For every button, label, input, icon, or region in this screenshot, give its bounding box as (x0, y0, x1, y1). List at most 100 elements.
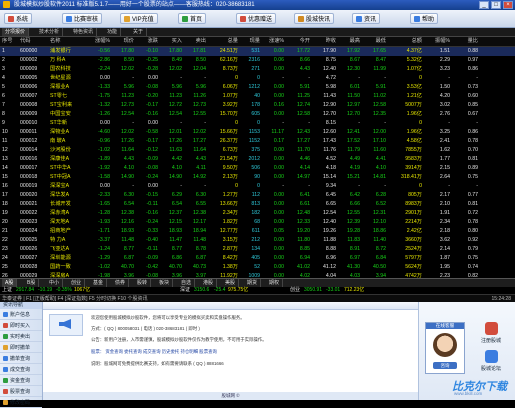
forum-link[interactable]: 股城论坛 (471, 350, 511, 372)
sidebar-item[interactable]: 账户信息 (0, 309, 42, 320)
column-header[interactable]: 名称 (50, 37, 86, 46)
online-service-card[interactable]: 在线客服 咨询 (425, 322, 465, 374)
menu-info-button[interactable]: 资讯 (352, 13, 381, 24)
table-row[interactable]: 6 000007 ST零七 -1.75 11.23 -0.20 11.23 11.26 1.07… (0, 92, 515, 101)
table-row[interactable]: 8 000009 中国宝安 -1.26 12.54 -0.16 12.54 12.55 15.7… (0, 110, 515, 119)
table-row[interactable]: 5 000006 深振业A -1.33 5.96 -0.08 5.96 5.96 6.06万 12… (0, 83, 515, 92)
column-header[interactable]: 量比 (452, 37, 478, 46)
table-row[interactable]: 24 000027 深圳能源 -1.29 6.87 -0.09 6.86 6.87 8.42万 4… (0, 254, 515, 263)
sidebar-item[interactable]: 成交查询 (0, 364, 42, 375)
market-tab[interactable]: A股 (2, 279, 18, 287)
sidebar-item[interactable]: 修改密码 (0, 397, 42, 408)
column-header[interactable]: 总额 (388, 37, 422, 46)
quick-links[interactable]: 股票： 资金查询 委托查询 成交查询 历史委托 持仓明细 股票查询 (91, 349, 217, 355)
menu-news-button[interactable]: 股城快讯 (294, 13, 335, 24)
sidebar-item[interactable]: 股票查询 (0, 386, 42, 397)
table-row[interactable]: 4 000005 世纪星源 0.00 - 0.00 - - 0 0 - - 4.72 - - 0 - - (0, 74, 515, 83)
market-tab[interactable]: 股转 (134, 279, 152, 287)
tab-special-info[interactable]: 特色资讯 (70, 28, 98, 36)
table-cell: 11.23 (121, 93, 134, 99)
table-row[interactable]: 7 000008 ST宝利来 -1.32 12.73 -0.17 12.72 12.73 3.9… (0, 101, 515, 110)
table-row[interactable]: 21 000024 招商地产 -1.71 18.93 -0.33 18.93 18.94 12.… (0, 227, 515, 236)
column-header[interactable]: 现价 (112, 37, 134, 46)
market-tab[interactable]: 期权 (266, 279, 284, 287)
tab-about[interactable]: 关于 (130, 28, 148, 36)
table-cell: 0.00 (273, 237, 284, 243)
sidebar-item[interactable]: 即时买入 (0, 320, 42, 331)
column-header[interactable]: 序号 (2, 37, 18, 46)
table-row[interactable]: 11 000012 南 玻A -0.96 17.26 -0.17 17.26 17.27 26.… (0, 137, 515, 146)
table-cell: -4.60 (98, 129, 110, 135)
column-header[interactable]: 现量 (240, 37, 260, 46)
market-tab[interactable]: 港股 (200, 279, 218, 287)
column-header[interactable]: 代码 (20, 37, 48, 46)
market-tab[interactable]: 创业 (68, 279, 86, 287)
table-row[interactable]: 3 000009 国农科技 -2.24 12.02 -0.28 12.02 12.04 8.73… (0, 65, 515, 74)
menu-contest-button[interactable]: 比赛审核 (62, 13, 103, 24)
market-tab[interactable]: 板块 (156, 279, 174, 287)
minimize-button[interactable]: _ (479, 1, 489, 9)
table-row[interactable]: 19 000022 深赤湾A -1.28 12.38 -0.16 12.37 12.38 2.3… (0, 209, 515, 218)
maximize-button[interactable]: □ (491, 1, 501, 9)
column-header[interactable]: 买入 (160, 37, 182, 46)
column-header[interactable]: 振幅% (424, 37, 450, 46)
table-cell: 15.14 (323, 174, 336, 180)
market-tab[interactable]: 债券 (112, 279, 130, 287)
column-header[interactable]: 最高 (338, 37, 360, 46)
table-row[interactable]: 9 000010 ST华新 0.00 - 0.00 - - 0 0 - - 8.15 - - 0 - - (0, 119, 515, 128)
market-tab[interactable]: 中小 (46, 279, 64, 287)
sidebar-item[interactable]: 资金查询 (0, 375, 42, 386)
column-header[interactable]: 卖出 (184, 37, 206, 46)
table-row[interactable]: 17 000020 深华发A -2.33 6.30 -0.15 6.29 6.30 1.27万 1… (0, 191, 515, 200)
table-cell: -0.08 (146, 165, 158, 171)
column-header[interactable]: 总量 (208, 37, 238, 46)
menu-promo-button[interactable]: 优惠赠送 (236, 13, 277, 24)
table-row[interactable]: 20 000023 深天地A -1.93 12.16 -0.24 12.15 12.17 1.8… (0, 218, 515, 227)
sidebar-item[interactable]: 撤单查询 (0, 353, 42, 364)
table-cell: 2012 (248, 156, 260, 162)
sidebar-item[interactable]: 实时卖出 (0, 331, 42, 342)
column-header[interactable]: 涨幅% (88, 37, 110, 46)
menu-help-button[interactable]: 帮助 (410, 13, 439, 24)
tab-functions[interactable]: 功能 (104, 28, 122, 36)
table-row[interactable]: 1 600000 浦发银行 -0.56 17.80 -0.10 17.80 17.81 24.5… (0, 47, 515, 56)
table-row[interactable]: 13 000016 深康佳A -1.89 4.43 -0.09 4.42 4.43 21.54万… (0, 155, 515, 164)
column-header[interactable]: 最低 (362, 37, 386, 46)
table-row[interactable]: 23 000026 飞亚达A -1.24 8.77 -0.11 8.77 8.78 2.87万 1… (0, 245, 515, 254)
column-header[interactable]: 昨收 (312, 37, 336, 46)
sidebar-item[interactable]: 即时撤单 (0, 342, 42, 353)
table-row[interactable]: 25 000028 国药一致 -1.02 40.70 -0.42 40.70 40.73 1.3… (0, 263, 515, 272)
column-header[interactable]: 涨跌 (136, 37, 158, 46)
table-row[interactable]: 2 000002 万 科A -2.86 8.50 -0.25 8.49 8.50 62.16万 2… (0, 56, 515, 65)
table-cell: 15.66万 (219, 129, 238, 135)
tab-technical[interactable]: 技术分析 (36, 28, 64, 36)
table-row[interactable]: 16 000019 深深宝A 0.00 - 0.00 - - 0 0 - - 9.34 - - 0 - - (0, 182, 515, 191)
column-header[interactable]: 涨速% (262, 37, 284, 46)
menu-vip-button[interactable]: VIP充值 (120, 13, 158, 24)
register-link[interactable]: 注册股城 (471, 322, 511, 344)
table-cell: 000025 (20, 237, 38, 243)
sidebar-item-icon (3, 377, 8, 383)
table-cell: - (204, 183, 206, 189)
menu-home-button[interactable]: 首页 (178, 13, 207, 24)
close-button[interactable]: × (503, 1, 513, 9)
market-tab[interactable]: 期货 (244, 279, 262, 287)
market-tab[interactable]: 自选 (178, 279, 196, 287)
table-cell: -0.96 (98, 138, 110, 144)
table-row[interactable]: 18 000021 长城开发 -1.65 6.54 -0.11 6.54 6.55 13.66万… (0, 200, 515, 209)
column-header[interactable]: 今开 (286, 37, 310, 46)
table-row[interactable]: 14 000017 ST中华A -1.92 4.10 -0.08 4.10 4.11 9.50万… (0, 164, 515, 173)
market-tab[interactable]: B股 (24, 279, 40, 287)
menu-system-button[interactable]: 系统 (4, 13, 33, 24)
table-row[interactable]: 15 000018 ST中冠A -1.58 14.90 -0.24 14.90 14.92 2.… (0, 173, 515, 182)
table-cell: 12.02 (121, 66, 134, 72)
table-cell: 40 (254, 93, 260, 99)
consult-button[interactable]: 咨询 (433, 362, 457, 369)
market-tab[interactable]: 美股 (222, 279, 240, 287)
table-row[interactable]: 12 000014 沙河股份 -1.02 11.64 -0.12 11.63 11.64 6.7… (0, 146, 515, 155)
table-row[interactable]: 22 000025 特 力A -3.37 11.48 -0.40 11.47 11.48 3.1… (0, 236, 515, 245)
table-row[interactable]: 10 000011 深物业A -4.60 12.02 -0.58 12.01 12.02 15.… (0, 128, 515, 137)
tab-quotes[interactable]: 分项报价 (2, 28, 30, 36)
table-cell: -0.28 (146, 66, 158, 72)
market-tab[interactable]: 基金 (90, 279, 108, 287)
